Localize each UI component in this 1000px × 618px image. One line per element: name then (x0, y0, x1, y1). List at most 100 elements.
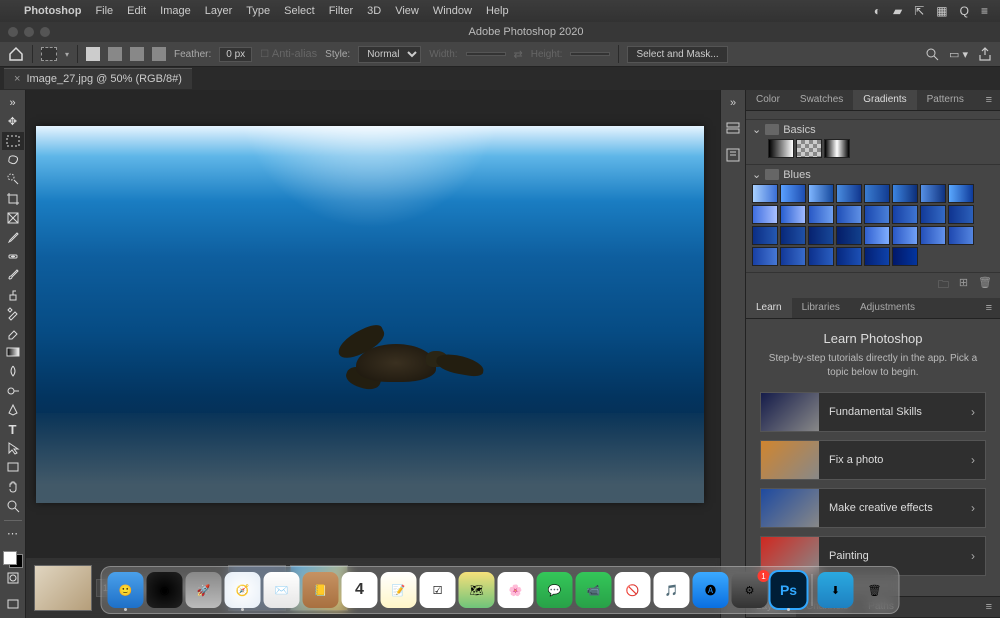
settings-icon[interactable]: ⚙1 (732, 572, 768, 608)
feather-input[interactable]: 0 px (219, 47, 252, 62)
gradient-swatch[interactable] (836, 205, 862, 224)
style-select[interactable]: Normal (358, 46, 421, 63)
gradient-group-header[interactable]: ⌄ Basics (746, 120, 1000, 139)
tab-adjustments[interactable]: Adjustments (850, 298, 925, 318)
canvas-area[interactable]: 1640 px × 1190 px (72 ppi) › (26, 90, 720, 618)
launchpad-icon[interactable]: 🚀 (186, 572, 222, 608)
healing-tool[interactable] (2, 248, 24, 265)
learn-item[interactable]: Make creative effects› (760, 488, 986, 528)
menu-help[interactable]: Help (486, 5, 509, 17)
gradient-swatch[interactable] (864, 247, 890, 266)
search-icon[interactable] (925, 47, 939, 61)
collapse-panels-icon[interactable]: » (724, 94, 742, 112)
calendar-icon[interactable]: 4 (342, 572, 378, 608)
gradient-swatch[interactable] (920, 184, 946, 203)
panel-menu-icon[interactable]: ≡ (982, 298, 996, 318)
window-close[interactable] (8, 27, 18, 37)
gradient-swatch[interactable] (752, 247, 778, 266)
zoom-tool[interactable] (2, 497, 24, 514)
menu-icon[interactable]: ≡ (981, 4, 988, 18)
selection-intersect-icon[interactable] (152, 47, 166, 61)
document-tab[interactable]: × Image_27.jpg @ 50% (RGB/8#) (4, 68, 192, 89)
history-panel-icon[interactable] (724, 120, 742, 138)
menu-file[interactable]: File (95, 5, 113, 17)
photos-icon[interactable]: 🌸 (498, 572, 534, 608)
menu-app[interactable]: Photoshop (24, 5, 81, 17)
gradient-swatch[interactable] (836, 184, 862, 203)
tab-color[interactable]: Color (746, 90, 790, 110)
gradient-swatch[interactable] (808, 205, 834, 224)
share-icon[interactable] (978, 47, 992, 61)
gradient-swatch[interactable] (780, 205, 806, 224)
gradient-swatch[interactable] (892, 247, 918, 266)
reminders-icon[interactable]: ☑ (420, 572, 456, 608)
appstore-icon[interactable]: 🅐 (693, 572, 729, 608)
tab-patterns[interactable]: Patterns (917, 90, 974, 110)
learn-item[interactable]: Fundamental Skills› (760, 392, 986, 432)
open-file-thumb[interactable] (34, 565, 92, 611)
collapse-tools-icon[interactable]: » (2, 94, 24, 111)
history-brush-tool[interactable] (2, 305, 24, 322)
frame-tool[interactable] (2, 209, 24, 226)
notes-icon[interactable]: 📝 (381, 572, 417, 608)
arrange-icon[interactable]: ⇱ (914, 4, 924, 18)
quick-select-tool[interactable] (2, 171, 24, 188)
properties-panel-icon[interactable] (724, 146, 742, 164)
tab-close-icon[interactable]: × (14, 73, 20, 85)
marquee-preset-icon[interactable] (41, 47, 57, 61)
tab-gradients[interactable]: Gradients (853, 90, 916, 110)
gradient-swatch[interactable] (948, 226, 974, 245)
trash-icon[interactable]: 🗑 (978, 276, 992, 295)
rectangle-tool[interactable] (2, 459, 24, 476)
window-minimize[interactable] (24, 27, 34, 37)
trash-icon[interactable]: 🗑 (857, 572, 893, 608)
gradient-group-header[interactable]: ⌄ Blues (746, 165, 1000, 184)
folder-new-icon[interactable]: 🗀 (938, 276, 949, 295)
lasso-tool[interactable] (2, 152, 24, 169)
learn-item[interactable]: Fix a photo› (760, 440, 986, 480)
tab-libraries[interactable]: Libraries (792, 298, 850, 318)
dodge-tool[interactable] (2, 382, 24, 399)
tab-learn[interactable]: Learn (746, 298, 792, 318)
type-tool[interactable]: T (2, 420, 24, 437)
gradient-swatch[interactable] (892, 226, 918, 245)
menu-select[interactable]: Select (284, 5, 315, 17)
siri-icon[interactable]: ◉ (147, 572, 183, 608)
photoshop-icon[interactable]: Ps (771, 572, 807, 608)
gradient-swatch[interactable] (780, 226, 806, 245)
gradient-swatch[interactable] (920, 226, 946, 245)
gradient-swatch[interactable] (892, 184, 918, 203)
crop-tool[interactable] (2, 190, 24, 207)
gradient-swatch[interactable] (948, 184, 974, 203)
menu-image[interactable]: Image (160, 5, 191, 17)
gradient-swatch[interactable] (836, 247, 862, 266)
move-tool[interactable]: ✥ (2, 113, 24, 130)
notification-icon[interactable]: ▰ (893, 4, 902, 18)
menu-type[interactable]: Type (246, 5, 270, 17)
clone-tool[interactable] (2, 286, 24, 303)
menu-edit[interactable]: Edit (127, 5, 146, 17)
gradient-swatch[interactable] (948, 205, 974, 224)
gradient-swatch[interactable] (768, 139, 794, 158)
screen-mode-icon[interactable] (2, 595, 24, 612)
workspace-icon[interactable]: ▭ ▾ (949, 48, 968, 61)
gradient-swatch[interactable] (808, 247, 834, 266)
selection-add-icon[interactable] (108, 47, 122, 61)
grid-icon[interactable]: ▦ (936, 4, 947, 18)
marquee-tool[interactable] (2, 132, 24, 149)
gradient-swatch[interactable] (752, 205, 778, 224)
music-icon[interactable]: 🎵 (654, 572, 690, 608)
cloud-sync-icon[interactable]: ◐ (874, 4, 881, 18)
safari-icon[interactable]: 🧭 (225, 572, 261, 608)
mail-icon[interactable]: ✉️ (264, 572, 300, 608)
brush-tool[interactable] (2, 267, 24, 284)
gradient-swatch[interactable] (752, 184, 778, 203)
menu-3d[interactable]: 3D (367, 5, 381, 17)
blur-tool[interactable] (2, 363, 24, 380)
pen-tool[interactable] (2, 401, 24, 418)
eyedropper-tool[interactable] (2, 228, 24, 245)
panel-menu-icon[interactable]: ≡ (982, 90, 996, 110)
hand-tool[interactable] (2, 478, 24, 495)
gradient-swatch[interactable] (836, 226, 862, 245)
ellipsis-icon[interactable]: ⋯ (2, 525, 24, 542)
